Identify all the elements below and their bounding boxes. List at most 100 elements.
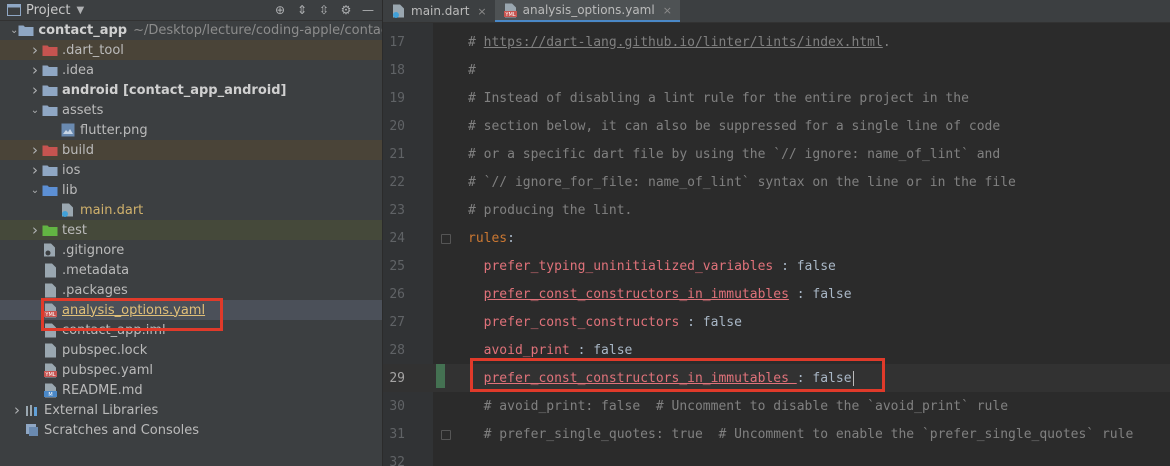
chevron-down-icon[interactable]: ⌄ [28, 185, 42, 196]
tree-item-label: ios [62, 162, 81, 178]
code-line[interactable]: 26 prefer_const_constructors_in_immutabl… [383, 280, 1170, 308]
tree-row[interactable]: ⌄ lib [0, 180, 382, 200]
tree-row[interactable]: ⌄ assets [0, 100, 382, 120]
folder-blue-icon [42, 183, 58, 197]
locate-icon[interactable]: ⊕ [272, 2, 288, 18]
image-icon [60, 123, 76, 137]
code-line[interactable]: 31 # prefer_single_quotes: true # Uncomm… [383, 420, 1170, 448]
code-line[interactable]: 22 # `// ignore_for_file: name_of_lint` s… [383, 168, 1170, 196]
tree-item-label: build [62, 142, 94, 158]
svg-text:YML: YML [44, 372, 55, 378]
code-line[interactable]: 27 prefer_const_constructors : false [383, 308, 1170, 336]
tab-analysis-options[interactable]: YML analysis_options.yaml × [494, 0, 680, 22]
tree-item-label: External Libraries [44, 402, 159, 418]
line-number: 29 [389, 370, 405, 386]
tree-row[interactable]: › test [0, 220, 382, 240]
tab-label: analysis_options.yaml [522, 3, 655, 17]
line-content: # `// ignore_for_file: name_of_lint` syn… [468, 175, 1016, 190]
dropdown-arrow-icon[interactable]: ▼ [76, 5, 84, 16]
chevron-down-icon[interactable]: ⌄ [10, 25, 18, 36]
tree-row[interactable]: › External Libraries [0, 400, 382, 420]
tree-item-label: flutter.png [80, 122, 148, 138]
code-line[interactable]: 30 # avoid_print: false # Uncomment to d… [383, 392, 1170, 420]
code-line[interactable]: 20 # section below, it can also be suppre… [383, 112, 1170, 140]
tree-item-label: .packages [62, 282, 128, 298]
code-token: avoid_print [483, 342, 570, 358]
line-content: # or a specific dart file by using the `… [468, 147, 1000, 162]
change-marker[interactable] [436, 364, 445, 388]
project-panel-header: Project ▼ ⊕ ⇕ ⇳ ⚙ — [0, 0, 382, 21]
chevron-right-icon[interactable]: › [28, 221, 42, 239]
code-line[interactable]: 25 prefer_typing_uninitialized_variables… [383, 252, 1170, 280]
tree-row[interactable]: .gitignore [0, 240, 382, 260]
tree-row[interactable]: › ios [0, 160, 382, 180]
line-number: 30 [389, 398, 405, 414]
line-content: # producing the lint. [468, 203, 632, 218]
code-line[interactable]: 23 # producing the lint. [383, 196, 1170, 224]
dart-file-icon [391, 4, 407, 18]
tree-row[interactable]: ⌄ contact_app ~/Desktop/lecture/coding-app… [0, 20, 382, 40]
gear-icon[interactable]: ⚙ [338, 2, 354, 18]
chevron-right-icon[interactable]: › [28, 41, 42, 59]
tree-row[interactable]: Scratches and Consoles [0, 420, 382, 440]
line-content: prefer_const_constructors : false [468, 315, 742, 330]
code-editor[interactable]: 17 # https://dart-lang.github.io/linter/l… [383, 23, 1170, 466]
collapse-all-icon[interactable]: ⇳ [316, 2, 332, 18]
tree-row[interactable]: YML pubspec.yaml [0, 360, 382, 380]
tab-main-dart[interactable]: main.dart × [383, 0, 495, 22]
line-content: # [468, 63, 476, 78]
tree-item-label: .dart_tool [62, 42, 124, 58]
line-number: 20 [389, 118, 405, 134]
code-token: # producing the lint. [468, 202, 633, 218]
folder-icon [42, 63, 58, 77]
close-icon[interactable]: × [663, 4, 672, 17]
tree-row[interactable]: › build [0, 140, 382, 160]
line-content: prefer_const_constructors_in_immutables … [468, 287, 852, 302]
tree-row[interactable]: flutter.png [0, 120, 382, 140]
line-number: 27 [389, 314, 405, 330]
highlight-box-line [470, 358, 885, 392]
file-icon [42, 263, 58, 277]
fold-marker[interactable] [441, 430, 451, 440]
chevron-right-icon[interactable]: › [10, 401, 24, 419]
tree-row[interactable]: main.dart [0, 200, 382, 220]
code-token: # prefer_single_quotes: true # Uncomment… [468, 426, 1134, 442]
libraries-icon [24, 403, 40, 417]
close-icon[interactable]: × [477, 5, 486, 18]
tree-row[interactable]: M README.md [0, 380, 382, 400]
chevron-down-icon[interactable]: ⌄ [28, 105, 42, 116]
code-line[interactable]: 24 rules: [383, 224, 1170, 252]
line-number: 28 [389, 342, 405, 358]
tree-row[interactable]: › .dart_tool [0, 40, 382, 60]
code-line[interactable]: 21 # or a specific dart file by using the… [383, 140, 1170, 168]
tree-item-label: contact_app [38, 22, 128, 38]
project-panel-title[interactable]: Project [26, 3, 70, 18]
hide-icon[interactable]: — [360, 2, 376, 18]
line-number: 17 [389, 34, 405, 50]
chevron-right-icon[interactable]: › [28, 81, 42, 99]
tree-row[interactable]: .packages [0, 280, 382, 300]
tree-row[interactable]: .metadata [0, 260, 382, 280]
code-token: # or a specific dart file by using the `… [468, 146, 1001, 162]
code-line[interactable]: 32 [383, 448, 1170, 466]
code-line[interactable]: 19 # Instead of disabling a lint rule for… [383, 84, 1170, 112]
fold-marker[interactable] [441, 234, 451, 244]
tree-row[interactable]: › .idea [0, 60, 382, 80]
tree-row[interactable]: pubspec.lock [0, 340, 382, 360]
chevron-right-icon[interactable]: › [28, 141, 42, 159]
project-path: ~/Desktop/lecture/coding-apple/contact [133, 22, 383, 38]
line-number: 24 [389, 230, 405, 246]
chevron-right-icon[interactable]: › [28, 61, 42, 79]
line-content: # section below, it can also be suppress… [468, 119, 1000, 134]
code-token: : false [773, 258, 836, 274]
tree-row[interactable]: › android [contact_app_android] [0, 80, 382, 100]
code-line[interactable]: 18 # [383, 56, 1170, 84]
line-content: avoid_print : false [468, 342, 633, 358]
code-line[interactable]: 17 # https://dart-lang.github.io/linter/l… [383, 28, 1170, 56]
chevron-right-icon[interactable]: › [28, 161, 42, 179]
code-token: : false [569, 342, 633, 358]
expand-all-icon[interactable]: ⇕ [294, 2, 310, 18]
yaml-icon: YML [42, 363, 58, 378]
